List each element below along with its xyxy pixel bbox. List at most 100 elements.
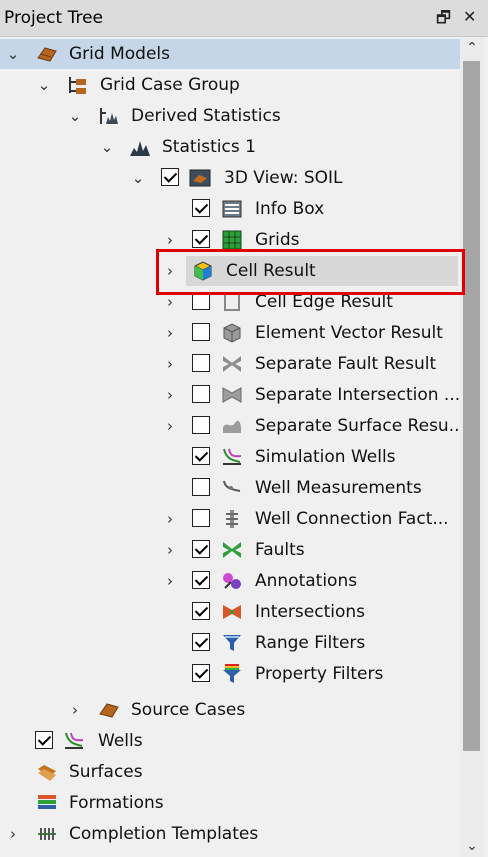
expand-chevron-icon[interactable]: › (162, 504, 178, 534)
visibility-checkbox[interactable] (192, 571, 210, 589)
tree-item-intersections[interactable]: Intersections (0, 597, 460, 627)
tree-item-3d-view[interactable]: ⌄ 3D View: SOIL (0, 163, 460, 193)
tree-item-label: Wells (98, 731, 143, 751)
tree-item-label: Annotations (255, 571, 358, 591)
tree-item-completion-templates[interactable]: › Completion Templates (0, 819, 460, 849)
grids-icon (222, 230, 242, 250)
highlight-box (156, 249, 465, 295)
visibility-checkbox[interactable] (35, 731, 53, 749)
expand-chevron-icon[interactable]: ⌄ (67, 101, 83, 131)
tree-item-label: Faults (255, 540, 305, 560)
property-filters-icon (223, 664, 241, 683)
tree-item-range-filters[interactable]: Range Filters (0, 628, 460, 658)
expand-chevron-icon[interactable]: › (5, 819, 21, 849)
tree-item-annotations[interactable]: › Annotations (0, 566, 460, 596)
statistics-icon (130, 141, 150, 156)
expand-chevron-icon[interactable]: ⌄ (5, 39, 21, 69)
separate-fault-result-icon (223, 356, 241, 372)
separate-intersection-icon (222, 387, 242, 403)
expand-chevron-icon[interactable]: › (162, 380, 178, 410)
tree-item-label: Surfaces (69, 762, 143, 782)
tree-item-label: Element Vector Result (255, 323, 443, 343)
tree-item-label: Grid Case Group (100, 75, 240, 95)
visibility-checkbox[interactable] (192, 354, 210, 372)
tree-item-label: Separate Fault Result (255, 354, 437, 374)
project-tree: ⌄ Grid Models ⌄ Grid Case Group ⌄ Derive… (0, 37, 460, 857)
tree-item-formations[interactable]: Formations (0, 788, 460, 818)
tree-item-label: Separate Surface Resu... (255, 416, 460, 436)
visibility-checkbox[interactable] (192, 602, 210, 620)
tree-item-statistics-1[interactable]: ⌄ Statistics 1 (0, 132, 460, 162)
tree-item-surfaces[interactable]: Surfaces (0, 757, 460, 787)
expand-chevron-icon[interactable]: ⌄ (130, 163, 146, 193)
scrollbar-thumb[interactable] (463, 61, 480, 751)
visibility-checkbox[interactable] (192, 447, 210, 465)
tree-item-label: Derived Statistics (131, 106, 281, 126)
expand-chevron-icon[interactable]: ⌄ (36, 70, 52, 100)
derived-statistics-icon (100, 108, 118, 124)
source-cases-icon (99, 703, 119, 718)
tree-item-label: Range Filters (255, 633, 366, 653)
tree-item-separate-fault-result[interactable]: › Separate Fault Result (0, 349, 460, 379)
tree-item-simulation-wells[interactable]: Simulation Wells (0, 442, 460, 472)
expand-chevron-icon[interactable]: › (162, 566, 178, 596)
expand-chevron-icon[interactable]: › (162, 535, 178, 565)
tree-item-grid-case-group[interactable]: ⌄ Grid Case Group (0, 70, 460, 100)
tree-item-grid-models[interactable]: ⌄ Grid Models (0, 39, 460, 69)
tree-item-well-measurements[interactable]: Well Measurements (0, 473, 460, 503)
project-tree-panel: Project Tree 🗗 ✕ ⌄ Grid Models ⌄ Grid Ca… (0, 0, 488, 857)
visibility-checkbox[interactable] (192, 540, 210, 558)
visibility-checkbox[interactable] (192, 323, 210, 341)
formations-icon (38, 795, 56, 809)
tree-item-label: Intersections (255, 602, 365, 622)
tree-item-info-box[interactable]: Info Box (0, 194, 460, 224)
visibility-checkbox[interactable] (192, 199, 210, 217)
vertical-scrollbar[interactable]: ⌃ ⌄ (460, 37, 484, 857)
tree-item-label: Well Connection Fact... (255, 509, 449, 529)
well-measurements-icon (223, 480, 241, 492)
tree-item-faults[interactable]: › Faults (0, 535, 460, 565)
visibility-checkbox[interactable] (192, 230, 210, 248)
visibility-checkbox[interactable] (192, 664, 210, 682)
scroll-up-icon[interactable]: ⌃ (460, 37, 484, 59)
tree-item-label: Statistics 1 (162, 137, 256, 157)
expand-chevron-icon[interactable]: › (162, 318, 178, 348)
panel-title-bar: Project Tree 🗗 ✕ (0, 0, 488, 37)
tree-item-label: Grid Models (69, 44, 170, 64)
annotations-icon (223, 573, 241, 589)
well-connection-icon (226, 510, 238, 528)
tree-item-separate-intersection[interactable]: › Separate Intersection ... (0, 380, 460, 410)
visibility-checkbox[interactable] (192, 416, 210, 434)
expand-chevron-icon[interactable]: ⌄ (99, 132, 115, 162)
tree-item-well-connection-factors[interactable]: › Well Connection Fact... (0, 504, 460, 534)
tree-item-label: Separate Intersection ... (255, 385, 460, 405)
expand-chevron-icon[interactable]: › (162, 349, 178, 379)
visibility-checkbox[interactable] (192, 478, 210, 496)
range-filters-icon (223, 635, 241, 651)
tree-item-wells[interactable]: Wells (0, 726, 460, 756)
tree-item-element-vector-result[interactable]: › Element Vector Result (0, 318, 460, 348)
close-icon[interactable]: ✕ (463, 7, 476, 26)
visibility-checkbox[interactable] (192, 509, 210, 527)
panel-title: Project Tree (4, 8, 103, 28)
tree-item-label: Formations (69, 793, 164, 813)
visibility-checkbox[interactable] (192, 633, 210, 651)
grid-case-group-icon (69, 77, 86, 94)
expand-chevron-icon[interactable]: › (162, 411, 178, 441)
expand-chevron-icon[interactable]: › (67, 695, 83, 725)
scroll-down-icon[interactable]: ⌄ (460, 835, 484, 857)
tree-item-derived-statistics[interactable]: ⌄ Derived Statistics (0, 101, 460, 131)
tree-item-label: 3D View: SOIL (224, 168, 343, 188)
visibility-checkbox[interactable] (192, 385, 210, 403)
completion-templates-icon (38, 828, 56, 840)
visibility-checkbox[interactable] (161, 168, 179, 186)
intersections-icon (223, 605, 241, 619)
float-icon[interactable]: 🗗 (436, 7, 451, 34)
wells-icon (65, 732, 84, 749)
tree-item-label: Simulation Wells (255, 447, 396, 467)
tree-item-label: Well Measurements (255, 478, 422, 498)
view-3d-icon (189, 169, 211, 187)
tree-item-separate-surface[interactable]: › Separate Surface Resu... (0, 411, 460, 441)
tree-item-property-filters[interactable]: Property Filters (0, 659, 460, 689)
tree-item-source-cases[interactable]: › Source Cases (0, 695, 460, 725)
